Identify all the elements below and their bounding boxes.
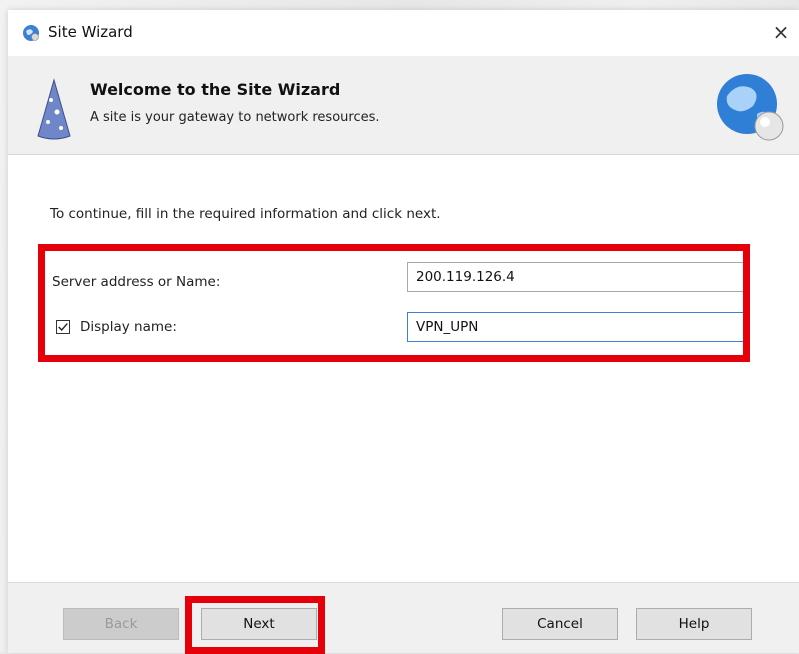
window-title: Site Wizard [48, 23, 133, 41]
app-globe-icon [23, 25, 39, 41]
banner-subtitle: A site is your gateway to network resour… [90, 110, 380, 125]
help-button[interactable]: Help [636, 608, 752, 640]
instructions-text: To continue, fill in the required inform… [50, 206, 441, 222]
site-wizard-dialog: Site Wizard × Welcome to the Site Wizard… [8, 10, 799, 654]
highlight-box-fields [38, 244, 750, 362]
next-button[interactable]: Next [201, 608, 317, 640]
globe-icon [717, 74, 784, 141]
banner-title: Welcome to the Site Wizard [90, 80, 341, 99]
title-bar: Site Wizard × [8, 10, 799, 56]
close-icon[interactable]: × [767, 18, 795, 46]
back-button[interactable]: Back [63, 608, 179, 640]
cancel-button[interactable]: Cancel [502, 608, 618, 640]
wizard-hat-icon [37, 78, 71, 140]
wizard-banner: Welcome to the Site Wizard A site is you… [8, 56, 799, 155]
